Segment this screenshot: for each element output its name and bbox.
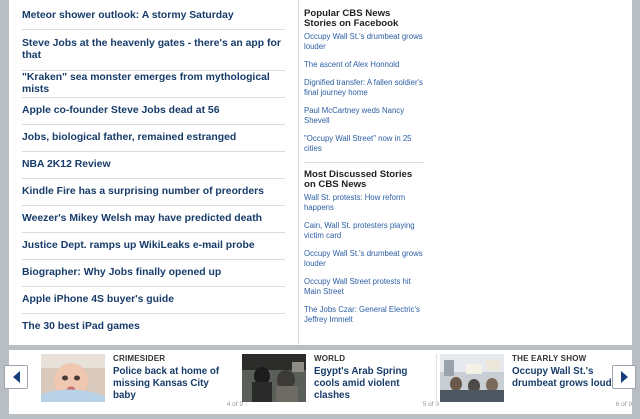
headline-link[interactable]: Apple iPhone 4S buyer's guide: [22, 287, 285, 314]
card-title[interactable]: Police back at home of missing Kansas Ci…: [113, 366, 233, 402]
card-count: 4 of 9: [226, 401, 243, 408]
card-kicker: THE EARLY SHOW: [512, 354, 587, 363]
card-kicker: WORLD: [314, 354, 346, 363]
discussed-story-link[interactable]: Wall St. protests: How reform happens: [304, 193, 424, 213]
headline-link[interactable]: Meteor shower outlook: A stormy Saturday: [22, 3, 285, 30]
carousel-card[interactable]: WORLD Egypt's Arab Spring cools amid vio…: [242, 354, 439, 410]
column-divider: [298, 0, 299, 345]
headline-link[interactable]: Steve Jobs at the heavenly gates - there…: [22, 30, 285, 71]
headline-link[interactable]: The 30 best iPad games: [22, 314, 285, 340]
discussed-story-link[interactable]: The Jobs Czar: General Electric's Jeffre…: [304, 305, 424, 325]
facebook-section-title: Popular CBS News Stories on Facebook: [304, 8, 399, 29]
headline-link[interactable]: Weezer's Mikey Welsh may have predicted …: [22, 206, 285, 233]
card-separator: [436, 354, 437, 406]
facebook-story-list: Occupy Wall St.'s drumbeat grows louder …: [304, 32, 424, 154]
headline-link[interactable]: "Kraken" sea monster emerges from mythol…: [22, 71, 285, 98]
carousel-next-button[interactable]: [612, 365, 636, 389]
discussed-section-title: Most Discussed Stories on CBS News: [304, 169, 413, 190]
protest-photo: [242, 354, 306, 402]
carousel-card[interactable]: THE EARLY SHOW Occupy Wall St.'s drumbea…: [440, 354, 632, 410]
discussed-story-link[interactable]: Cain, Wall St. protesters playing victim…: [304, 221, 424, 241]
card-title[interactable]: Egypt's Arab Spring cools amid violent c…: [314, 366, 434, 402]
card-kicker: CRIMESIDER: [113, 354, 166, 363]
arrow-left-icon: [12, 371, 20, 383]
discussed-story-list: Wall St. protests: How reform happens Ca…: [304, 193, 424, 325]
headline-link[interactable]: Jobs, biological father, remained estran…: [22, 125, 285, 152]
occupy-photo: [440, 354, 504, 402]
card-text: WORLD Egypt's Arab Spring cools amid vio…: [314, 354, 434, 402]
arrow-right-icon: [620, 371, 628, 383]
baby-photo: [41, 354, 105, 402]
card-text: CRIMESIDER Police back at home of missin…: [113, 354, 233, 402]
headline-link[interactable]: Justice Dept. ramps up WikiLeaks e-mail …: [22, 233, 285, 260]
facebook-story-link[interactable]: Paul McCartney weds Nancy Shevell: [304, 106, 424, 126]
discussed-story-link[interactable]: Occupy Wall Street protests hit Main Str…: [304, 277, 424, 297]
facebook-story-link[interactable]: Dignified transfer: A fallen soldier's f…: [304, 78, 424, 98]
carousel-card[interactable]: CRIMESIDER Police back at home of missin…: [41, 354, 243, 410]
facebook-story-link[interactable]: Occupy Wall St.'s drumbeat grows louder: [304, 32, 424, 52]
carousel-prev-button[interactable]: [4, 365, 28, 389]
facebook-story-link[interactable]: The ascent of Alex Honnold: [304, 60, 424, 70]
carousel: CRIMESIDER Police back at home of missin…: [0, 345, 640, 419]
discussed-story-link[interactable]: Occupy Wall St.'s drumbeat grows louder: [304, 249, 424, 269]
headline-link[interactable]: Apple co-founder Steve Jobs dead at 56: [22, 98, 285, 125]
carousel-track: CRIMESIDER Police back at home of missin…: [9, 350, 632, 414]
main-panel: Meteor shower outlook: A stormy Saturday…: [9, 0, 632, 345]
headline-list: Meteor shower outlook: A stormy Saturday…: [22, 3, 285, 340]
sidebar: Popular CBS News Stories on Facebook Occ…: [304, 9, 424, 333]
headline-link[interactable]: NBA 2K12 Review: [22, 152, 285, 179]
headline-link[interactable]: Biographer: Why Jobs finally opened up: [22, 260, 285, 287]
section-divider: [304, 162, 424, 163]
headline-link[interactable]: Kindle Fire has a surprising number of p…: [22, 179, 285, 206]
facebook-story-link[interactable]: "Occupy Wall Street" now in 25 cities: [304, 134, 424, 154]
card-count: 6 of 9: [615, 401, 632, 408]
